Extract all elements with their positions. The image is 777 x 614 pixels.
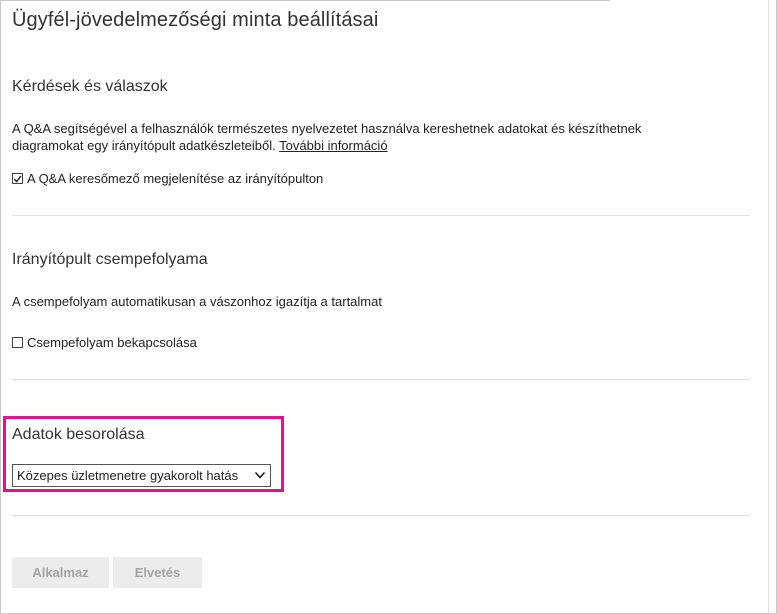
classification-dropdown[interactable]: Közepes üzletmenetre gyakorolt hatás	[12, 464, 271, 487]
apply-button[interactable]: Alkalmaz	[12, 557, 109, 588]
tile-flow-toggle[interactable]: Csempefolyam bekapcsolása	[12, 335, 197, 350]
classification-heading: Adatok besorolása	[12, 426, 145, 443]
qa-checkbox-label: A Q&A keresőmező megjelenítése az irányí…	[27, 171, 324, 186]
divider	[12, 215, 750, 216]
qa-description-line2-text: diagramokat egy irányítópult adatkészlet…	[12, 138, 276, 153]
page-title: Ügyfél-jövedelmezőségi minta beállításai	[12, 9, 379, 31]
qa-checkbox[interactable]	[12, 173, 23, 184]
divider	[12, 379, 750, 380]
tile-flow-heading: Irányítópult csempefolyama	[12, 251, 208, 268]
scrollbar-track[interactable]	[768, 0, 769, 614]
qa-searchbox-toggle[interactable]: A Q&A keresőmező megjelenítése az irányí…	[12, 171, 323, 186]
tile-flow-checkbox-label: Csempefolyam bekapcsolása	[27, 335, 197, 350]
more-info-link[interactable]: További információ	[279, 138, 387, 153]
qa-description-line1: A Q&A segítségével a felhasználók termés…	[12, 121, 642, 136]
tile-flow-checkbox[interactable]	[12, 337, 23, 348]
qa-description: A Q&A segítségével a felhasználók termés…	[12, 120, 712, 154]
qa-description-line2: diagramokat egy irányítópult adatkészlet…	[12, 137, 712, 154]
tile-flow-description: A csempefolyam automatikusan a vászonhoz…	[12, 294, 382, 309]
discard-button[interactable]: Elvetés	[113, 557, 202, 588]
classification-selected-value: Közepes üzletmenetre gyakorolt hatás	[17, 468, 239, 483]
checkmark-icon	[13, 175, 22, 183]
qa-heading: Kérdések és válaszok	[12, 78, 168, 95]
divider	[12, 515, 750, 516]
top-border	[0, 0, 610, 1]
chevron-down-icon	[254, 471, 266, 479]
